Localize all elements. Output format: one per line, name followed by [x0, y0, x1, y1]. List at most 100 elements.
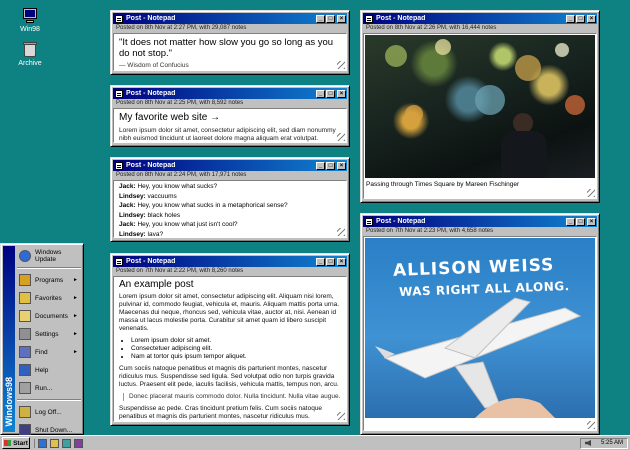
- quote-attribution: — Wisdom of Confucius: [119, 62, 189, 69]
- close-button[interactable]: ×: [337, 14, 346, 23]
- chat-speaker: Jack:: [119, 183, 136, 190]
- post-content: ALLISON WEISS WAS RIGHT ALL ALONG.: [363, 236, 597, 431]
- title-bar[interactable]: Post - Notepad _ □ ×: [363, 13, 597, 24]
- start-menu-item-find[interactable]: Find ►: [17, 343, 81, 361]
- chat-speaker: Jack:: [119, 202, 136, 209]
- start-menu-item-label: Find: [35, 348, 48, 356]
- start-menu-item-label: Documents: [35, 312, 68, 320]
- minimize-button[interactable]: _: [316, 89, 325, 98]
- start-menu-banner-text: Windows98: [4, 376, 14, 426]
- clock[interactable]: 5:25 AM: [601, 440, 623, 446]
- photo-caption: Passing through Times Square by Mareen F…: [366, 181, 520, 188]
- minimize-button[interactable]: _: [566, 14, 575, 23]
- start-menu-item-programs[interactable]: Programs ►: [17, 271, 81, 289]
- start-button-label: Start: [13, 439, 28, 447]
- title-bar[interactable]: Post - Notepad _ □ ×: [113, 13, 347, 24]
- resize-grip[interactable]: [337, 61, 345, 69]
- post-list: Lorem ipsum dolor sit amet. Consectetuer…: [131, 337, 341, 361]
- resize-grip[interactable]: [337, 228, 345, 236]
- chat-line: Jack: Hey, you know what sucks in a meta…: [119, 201, 341, 211]
- maximize-button[interactable]: □: [576, 14, 585, 23]
- close-button[interactable]: ×: [587, 217, 596, 226]
- post-photo: [365, 35, 595, 178]
- title-bar[interactable]: Post - Notepad _ □ ×: [113, 88, 347, 99]
- chat-speaker: Jack:: [119, 221, 136, 228]
- start-menu-item-label: Log Off...: [35, 408, 62, 416]
- desktop-icon-archive[interactable]: Archive: [10, 42, 50, 67]
- post-window-photo[interactable]: Post - Notepad _ □ × Posted on 8th Nov a…: [360, 10, 600, 203]
- title-bar[interactable]: Post - Notepad _ □ ×: [113, 256, 347, 267]
- favorites-folder-icon: [19, 292, 31, 304]
- post-meta: Posted on 8th Nov at 2:25 PM, with 8,592…: [116, 100, 244, 106]
- chat-line: Lindsey: vaccuums: [119, 192, 341, 202]
- notepad-icon: [115, 14, 123, 23]
- close-button[interactable]: ×: [337, 257, 346, 266]
- chevron-right-icon: ►: [73, 295, 78, 301]
- post-meta: Posted on 8th Nov at 2:24 PM, with 17,97…: [116, 172, 247, 178]
- desktop-icon-label: Archive: [18, 60, 42, 67]
- post-window-poster[interactable]: Post - Notepad _ □ × Posted on 7th Nov a…: [360, 213, 600, 435]
- speaker-icon[interactable]: [584, 440, 591, 446]
- start-menu-item-label: Run...: [35, 384, 53, 392]
- start-menu-item-favorites[interactable]: Favorites ►: [17, 289, 81, 307]
- post-content: Jack: Hey, you know what sucks? Lindsey:…: [113, 180, 347, 238]
- chat-line: Lindsey: lava?: [119, 230, 341, 238]
- help-icon: [19, 364, 31, 376]
- maximize-button[interactable]: □: [326, 161, 335, 170]
- close-button[interactable]: ×: [337, 89, 346, 98]
- start-menu-item-run[interactable]: Run...: [17, 379, 81, 397]
- minimize-button[interactable]: _: [316, 257, 325, 266]
- start-button[interactable]: Start: [2, 437, 30, 449]
- start-menu[interactable]: Windows98 Windows Update Programs ► Favo…: [0, 243, 84, 436]
- post-window-chat[interactable]: Post - Notepad _ □ × Posted on 8th Nov a…: [110, 157, 350, 242]
- list-item: Nam at tortor quis ipsum tempor aliquet.: [131, 353, 341, 361]
- quick-launch: [34, 438, 86, 448]
- minimize-button[interactable]: _: [316, 161, 325, 170]
- minimize-button[interactable]: _: [316, 14, 325, 23]
- chat-text: black holes: [147, 211, 181, 219]
- resize-grip[interactable]: [337, 412, 345, 420]
- notepad-icon: [365, 14, 373, 23]
- resize-grip[interactable]: [587, 189, 595, 197]
- chevron-right-icon: ►: [73, 349, 78, 355]
- window-title: Post - Notepad: [126, 162, 176, 169]
- start-menu-item-settings[interactable]: Settings ►: [17, 325, 81, 343]
- channels-icon[interactable]: [74, 438, 83, 448]
- maximize-button[interactable]: □: [326, 257, 335, 266]
- recycle-bin-icon: [21, 42, 39, 58]
- maximize-button[interactable]: □: [576, 217, 585, 226]
- post-window-quote[interactable]: Post - Notepad _ □ × Posted on 8th Nov a…: [110, 10, 350, 75]
- resize-grip[interactable]: [587, 421, 595, 429]
- window-title: Post - Notepad: [126, 258, 176, 265]
- post-link[interactable]: My favorite web site →: [119, 112, 341, 123]
- post-blockquote: Donec placerat mauris commodo dolor. Nul…: [123, 393, 341, 401]
- post-window-link[interactable]: Post - Notepad _ □ × Posted on 8th Nov a…: [110, 85, 350, 147]
- programs-icon: [19, 274, 31, 286]
- start-menu-item-documents[interactable]: Documents ►: [17, 307, 81, 325]
- maximize-button[interactable]: □: [326, 14, 335, 23]
- start-menu-item-help[interactable]: Help: [17, 361, 81, 379]
- post-window-article[interactable]: Post - Notepad _ □ × Posted on 7th Nov a…: [110, 253, 350, 426]
- find-icon: [19, 346, 31, 358]
- post-paragraph: Lorem ipsum dolor sit amet, consectetur …: [119, 293, 340, 332]
- post-paragraph: Suspendisse ac pede. Cras tincidunt pret…: [119, 405, 323, 420]
- start-menu-item-log-off[interactable]: Log Off...: [17, 403, 81, 421]
- outlook-icon[interactable]: [50, 438, 59, 448]
- list-item: Lorem ipsum dolor sit amet.: [131, 337, 341, 345]
- desktop-icon[interactable]: [62, 438, 71, 448]
- title-bar[interactable]: Post - Notepad _ □ ×: [363, 216, 597, 227]
- title-bar[interactable]: Post - Notepad _ □ ×: [113, 160, 347, 171]
- ie-icon[interactable]: [38, 438, 47, 448]
- chevron-right-icon: ►: [73, 277, 78, 283]
- chat-text: Hey, you know what sucks in a metaphoric…: [137, 202, 288, 209]
- close-button[interactable]: ×: [587, 14, 596, 23]
- start-menu-item-windows-update[interactable]: Windows Update: [17, 247, 81, 265]
- notepad-icon: [115, 257, 123, 266]
- chat-speaker: Lindsey:: [119, 211, 146, 219]
- desktop-icon-win98[interactable]: Win98: [10, 8, 50, 33]
- close-button[interactable]: ×: [337, 161, 346, 170]
- resize-grip[interactable]: [337, 133, 345, 141]
- log-off-icon: [19, 406, 31, 418]
- minimize-button[interactable]: _: [566, 217, 575, 226]
- maximize-button[interactable]: □: [326, 89, 335, 98]
